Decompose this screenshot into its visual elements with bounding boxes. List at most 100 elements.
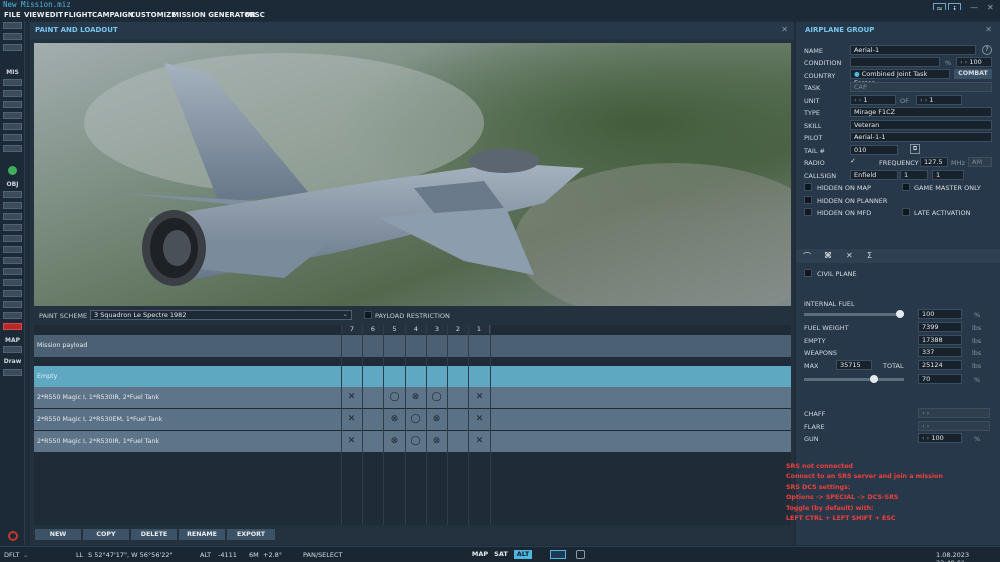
country-dropdown[interactable]: ● Combined Joint Task Forces [850, 69, 950, 87]
mission-tool-5-icon[interactable] [3, 123, 22, 130]
callsign-number-2[interactable]: 1 [932, 170, 964, 180]
tail-input[interactable]: 010 [850, 145, 898, 155]
rename-button[interactable]: RENAME [179, 529, 225, 540]
menu-edit[interactable]: EDIT [45, 11, 63, 19]
close-panel-icon[interactable]: ✕ [781, 25, 788, 34]
gun-unit: % [974, 435, 981, 443]
ruler-icon[interactable] [3, 369, 22, 376]
nav-point-icon[interactable] [3, 257, 22, 264]
hidden-on-mfd-checkbox[interactable] [804, 208, 812, 216]
hidden-on-map-label: HIDDEN ON MAP [817, 184, 871, 192]
weapons-weight-value: 337 [918, 347, 962, 357]
load-pct-input[interactable]: 70 [918, 374, 962, 384]
internal-fuel-input[interactable]: 100 [918, 309, 962, 319]
plane-icon[interactable] [3, 191, 22, 198]
target-icon[interactable] [3, 279, 22, 286]
menu-flight[interactable]: FLIGHT [64, 11, 92, 19]
actions-tab-icon[interactable]: ✕ [846, 251, 853, 260]
check-icon[interactable] [3, 134, 22, 141]
alt-mode-button[interactable]: ALT [514, 550, 532, 559]
of-stepper[interactable]: ‹ › 1 [916, 95, 962, 105]
condition-input[interactable]: ‹ › 100 [956, 57, 992, 67]
game-master-only-checkbox[interactable] [902, 183, 910, 191]
static-object-icon[interactable] [3, 235, 22, 242]
tank-station-icon: ◯ [431, 392, 442, 402]
missile-station-icon: ✕ [475, 414, 484, 424]
menu-mission-generator[interactable]: MISSION GENERATOR [172, 11, 256, 19]
mission-tool-3-icon[interactable] [3, 101, 22, 108]
late-activation-checkbox[interactable] [902, 208, 910, 216]
record-icon[interactable] [8, 531, 18, 541]
load-slider[interactable] [804, 375, 904, 383]
fuel-weight-input[interactable]: 7399 [918, 322, 962, 332]
objective-icon[interactable] [3, 301, 22, 308]
weather-icon[interactable] [3, 90, 22, 97]
chaff-stepper[interactable]: ‹ › [918, 408, 990, 418]
layers-icon[interactable] [550, 550, 566, 559]
mission-tool-1-icon[interactable] [3, 79, 22, 86]
menu-misc[interactable]: MISC [245, 11, 265, 19]
loadout-tab-icon[interactable]: ⌘ [824, 251, 832, 260]
task-dropdown[interactable]: CAP [850, 82, 992, 92]
delete-button[interactable]: DELETE [131, 529, 177, 540]
civil-plane-checkbox[interactable] [804, 269, 812, 277]
save-file-icon[interactable] [3, 44, 22, 51]
close-panel-icon[interactable]: ✕ [985, 25, 992, 34]
mission-tool-4-icon[interactable] [3, 112, 22, 119]
menu-campaign[interactable]: CAMPAIGN [92, 11, 134, 19]
hidden-on-map-checkbox[interactable] [804, 183, 812, 191]
slider-handle[interactable] [870, 375, 878, 383]
ship-icon[interactable] [3, 213, 22, 220]
unit-stepper[interactable]: ‹ › 1 [850, 95, 896, 105]
shapes-icon[interactable] [3, 312, 22, 319]
add-object-icon[interactable] [8, 166, 17, 175]
delete-object-icon[interactable] [3, 323, 22, 330]
map-key-icon[interactable] [3, 346, 22, 353]
type-dropdown[interactable]: Mirage F1CZ [850, 107, 992, 117]
map-mode-button[interactable]: MAP [471, 550, 489, 559]
triggers-icon[interactable] [3, 145, 22, 152]
max-label: MAX [804, 362, 819, 370]
frequency-input[interactable]: 127.5 [920, 157, 948, 167]
pilot-input[interactable]: Aerial-1-1 [850, 132, 992, 142]
name-input[interactable]: Aerial-1 [850, 45, 976, 55]
tail-copy-icon[interactable]: ⧉ [910, 144, 920, 154]
menu-customize[interactable]: CUSTOMIZE [130, 11, 176, 19]
flare-stepper[interactable]: ‹ › [918, 421, 990, 431]
callsign-number-1[interactable]: 1 [900, 170, 928, 180]
callsign-dropdown[interactable]: Enfield [850, 170, 898, 180]
slider-handle[interactable] [896, 310, 904, 318]
open-file-icon[interactable] [3, 33, 22, 40]
route-tab-icon[interactable]: ⌒ [803, 251, 811, 262]
sat-mode-button[interactable]: SAT [493, 550, 509, 559]
payload-restriction-checkbox[interactable] [364, 311, 372, 319]
export-button[interactable]: EXPORT [227, 529, 275, 540]
profile-dropdown[interactable]: DFLT [4, 551, 19, 559]
summary-tab-icon[interactable]: Σ [867, 251, 872, 260]
combat-button[interactable]: COMBAT [954, 69, 992, 79]
paint-scheme-dropdown[interactable]: 3 Squadron Le Spectre 1982 ⌄ [90, 310, 352, 320]
settings-icon[interactable] [576, 550, 585, 559]
radio-check-icon[interactable]: ✓ [850, 157, 856, 165]
circle-icon[interactable] [3, 290, 22, 297]
skill-dropdown[interactable]: Veteran [850, 120, 992, 130]
condition-label: CONDITION [804, 59, 842, 67]
game-master-only-label: GAME MASTER ONLY [914, 184, 981, 192]
lbs-unit: lbs [972, 337, 982, 345]
internal-fuel-slider[interactable] [804, 310, 904, 318]
gun-stepper[interactable]: ‹ › 100 [918, 433, 962, 443]
condition-bar[interactable] [850, 57, 940, 67]
draw-button[interactable]: Draw [0, 358, 25, 365]
menu-view[interactable]: VIEW [24, 11, 45, 19]
new-button[interactable]: NEW [35, 529, 81, 540]
new-file-icon[interactable] [3, 22, 22, 29]
modulation-dropdown[interactable]: AM [968, 157, 992, 167]
vehicle-icon[interactable] [3, 224, 22, 231]
copy-button[interactable]: COPY [83, 529, 129, 540]
hidden-on-planner-checkbox[interactable] [804, 196, 812, 204]
zone-icon[interactable] [3, 246, 22, 253]
train-icon[interactable] [3, 268, 22, 275]
menu-file[interactable]: FILE [4, 11, 21, 19]
help-icon[interactable]: ? [982, 45, 992, 55]
helicopter-icon[interactable] [3, 202, 22, 209]
